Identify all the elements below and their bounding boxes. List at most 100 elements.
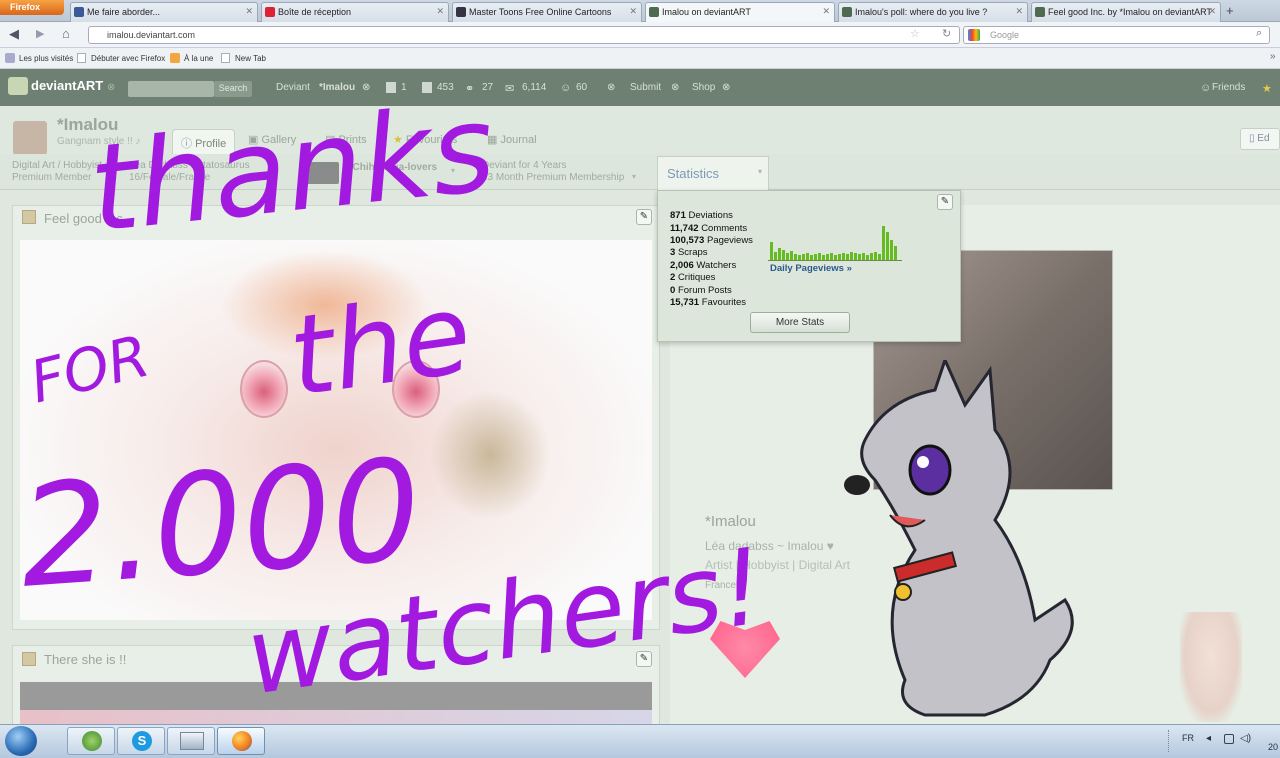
comments-count[interactable]: 6,114 (522, 82, 546, 93)
rss-icon (170, 53, 180, 63)
new-tab-icon[interactable]: + (1226, 3, 1234, 18)
google-icon[interactable] (968, 29, 980, 41)
forward-icon[interactable]: ▶ (36, 27, 44, 40)
stat-favourites: 15,731 Favourites (670, 297, 747, 308)
info-membership: Premium Member (12, 172, 92, 183)
tab-label: Imalou's poll: where do you live ? (855, 7, 988, 17)
widget-icon (22, 210, 36, 224)
stat-watchers: 2,006 Watchers (670, 260, 737, 271)
youtube-icon (265, 7, 275, 17)
reload-icon[interactable]: ↻ (942, 27, 951, 40)
edit-pencil-icon[interactable]: ✎ (636, 209, 652, 225)
chevron-down-icon: ▾ (757, 167, 762, 176)
close-icon[interactable]: ✕ (629, 6, 637, 17)
comments-icon[interactable]: ✉ (505, 82, 514, 95)
network-icon[interactable] (1224, 734, 1234, 744)
close-icon[interactable]: ✕ (822, 6, 830, 17)
tab-label: Feel good Inc. by *Imalou on deviantART (1048, 7, 1212, 17)
close-icon[interactable]: ✕ (1208, 6, 1216, 17)
statistics-tab[interactable]: Statistics ▾ (657, 156, 769, 190)
artwork-feathers (430, 390, 550, 520)
daily-pageviews-link[interactable]: Daily Pageviews » (770, 263, 852, 274)
close-icon[interactable]: ✕ (245, 6, 253, 17)
more-menu-icon[interactable]: ⊗ (607, 82, 615, 93)
deviantart-icon (1035, 7, 1045, 17)
username-link[interactable]: *Imalou (319, 82, 355, 93)
browser-tab[interactable]: Boîte de réception ✕ (261, 2, 449, 22)
tab-label: Boîte de réception (278, 7, 352, 17)
close-icon[interactable]: ✕ (436, 6, 444, 17)
deviantart-search-button[interactable]: Search (214, 81, 252, 97)
avatar[interactable] (13, 121, 47, 155)
mastertoons-icon (456, 7, 466, 17)
shop-menu-icon[interactable]: ⊗ (722, 82, 730, 93)
tab-journal[interactable]: ▦ Journal (487, 133, 537, 146)
search-icon[interactable]: ⌕ (1256, 27, 1262, 40)
taskbar-browser-icon[interactable] (67, 727, 115, 755)
deviantart-icon (649, 7, 659, 17)
overflow-chevron-icon[interactable]: » (1270, 51, 1276, 62)
activity-icon[interactable]: ☺ (560, 82, 571, 94)
friends-link[interactable]: Friends (1212, 82, 1245, 93)
more-stats-button[interactable]: More Stats (750, 312, 850, 333)
language-indicator[interactable]: FR (1182, 733, 1194, 743)
deviantart-logo-icon[interactable] (8, 77, 28, 95)
bookmark-link[interactable]: À la une (184, 54, 213, 63)
browser-tab[interactable]: Me faire aborder... ✕ (70, 2, 258, 22)
facebook-icon (74, 7, 84, 17)
statistics-tab-label: Statistics (667, 166, 720, 181)
stat-deviations: 871 Deviations (670, 210, 733, 221)
edit-pencil-icon[interactable]: ✎ (937, 194, 953, 210)
page-icon (77, 53, 86, 63)
tab-label: Me faire aborder... (87, 7, 161, 17)
clock[interactable]: 20 (1268, 742, 1278, 752)
tab-label: Journal (500, 134, 537, 146)
deviantart-search-input[interactable] (128, 81, 214, 97)
stat-comments: 11,742 Comments (670, 223, 748, 234)
volume-icon[interactable]: ◁) (1240, 733, 1251, 744)
deviantart-logo[interactable]: deviantART (31, 78, 103, 93)
browser-tab[interactable]: Master Toons Free Online Cartoons ✕ (452, 2, 642, 22)
back-icon[interactable]: ◀ (9, 26, 19, 42)
pageviews-sparkline[interactable] (768, 222, 902, 262)
url-bar[interactable]: imalou.deviantart.com (88, 26, 960, 44)
shop-link[interactable]: Shop (692, 82, 715, 93)
menu-gear-icon[interactable]: ⊗ (107, 82, 115, 93)
bookmark-link[interactable]: Les plus visités (19, 54, 73, 63)
stat-forum-posts: 0 Forum Posts (670, 285, 732, 296)
submit-menu-icon[interactable]: ⊗ (671, 82, 679, 93)
stat-critiques: 2 Critiques (670, 272, 716, 283)
firefox-menu-button[interactable]: Firefox (0, 0, 64, 15)
search-placeholder: Google (990, 30, 1020, 40)
overlay-text-the: the (281, 269, 479, 421)
bookmark-link[interactable]: Débuter avec Firefox (91, 54, 165, 63)
friends-icon[interactable]: ☺ (1200, 82, 1211, 94)
edit-button[interactable]: ▯ Ed (1240, 128, 1280, 150)
home-icon[interactable]: ⌂ (62, 26, 70, 41)
tray-expand-icon[interactable]: ◂ (1206, 733, 1211, 744)
tab-label: Master Toons Free Online Cartoons (469, 7, 612, 17)
artwork-eye-left (240, 360, 288, 418)
search-input[interactable]: Google (963, 26, 1270, 44)
submit-link[interactable]: Submit (630, 82, 661, 93)
browser-tab[interactable]: Feel good Inc. by *Imalou on deviantART ✕ (1031, 2, 1221, 22)
taskbar-explorer-icon[interactable] (167, 727, 215, 755)
bookmark-star-icon[interactable]: ☆ (910, 27, 920, 40)
widget-title: There she is !! (44, 652, 127, 667)
stat-pageviews: 100,573 Pageviews (670, 235, 753, 246)
chevron-down-icon[interactable]: ▾ (632, 172, 636, 181)
browser-tab[interactable]: Imalou's poll: where do you live ? ✕ (838, 2, 1028, 22)
edit-label: Ed (1257, 133, 1270, 144)
taskbar-skype-icon[interactable]: S (117, 727, 165, 755)
close-icon[interactable]: ✕ (1015, 6, 1023, 17)
bookmark-link[interactable]: New Tab (235, 54, 266, 63)
activity-count[interactable]: 60 (576, 82, 587, 93)
browser-tab-active[interactable]: Imalou on deviantART ✕ (645, 2, 835, 22)
chihuahua-illustration (844, 360, 1074, 717)
favourites-star-icon[interactable]: ★ (1262, 82, 1272, 95)
page-icon (221, 53, 230, 63)
start-button-icon[interactable] (5, 726, 37, 756)
artwork-strip (20, 710, 652, 724)
url-text: imalou.deviantart.com (107, 30, 196, 40)
taskbar-firefox-icon[interactable] (217, 727, 265, 755)
